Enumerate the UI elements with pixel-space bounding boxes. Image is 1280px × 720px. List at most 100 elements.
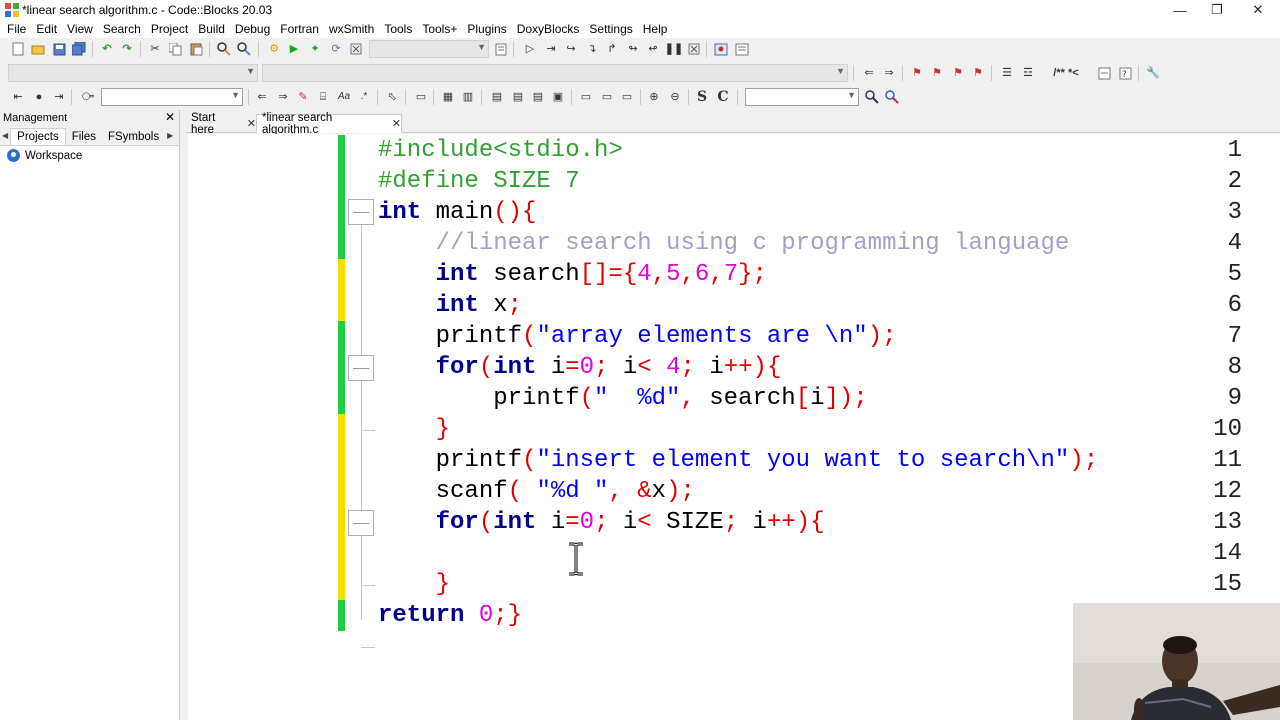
menu-wxsmith[interactable]: wxSmith [324, 22, 379, 36]
various-info-icon[interactable] [734, 41, 750, 57]
clear-bookmarks-icon[interactable]: ⚑ [970, 65, 986, 81]
undo-icon[interactable]: ↶ [99, 41, 115, 57]
tab-projects[interactable]: Projects [10, 128, 66, 145]
doxy-wizard-icon[interactable] [1096, 65, 1112, 81]
menu-help[interactable]: Help [638, 22, 673, 36]
search-previous-icon[interactable]: ⇐ [254, 89, 270, 105]
pause-icon[interactable]: ❚❚ [665, 41, 683, 57]
next-line-icon[interactable]: ↪ [563, 41, 579, 57]
fold-for-loop-icon[interactable] [348, 510, 374, 536]
symbol-find-icon[interactable] [864, 89, 880, 105]
show-select-target-icon[interactable] [493, 41, 509, 57]
doxy-extract-icon[interactable]: ? [1117, 65, 1133, 81]
jump-forward-icon[interactable]: ⇒ [881, 65, 897, 81]
close-management-icon[interactable]: ✕ [165, 110, 175, 124]
tab-scroll-right-icon[interactable]: ▶ [165, 131, 175, 145]
copy-icon[interactable] [167, 41, 183, 57]
function-select[interactable]: ▼ [262, 64, 848, 82]
step-into-instruction-icon[interactable]: ↫ [645, 41, 661, 57]
doxy-preferences-icon[interactable]: 🔧 [1145, 65, 1161, 81]
symbol-search-input[interactable]: ▼ [745, 88, 859, 106]
minimize-button[interactable]: — [1160, 0, 1200, 20]
menu-view[interactable]: View [62, 22, 98, 36]
diagram-icon-2[interactable]: ▥ [460, 89, 476, 105]
incremental-search-input[interactable]: ▼ [101, 88, 243, 106]
fold-main-icon[interactable] [348, 199, 374, 225]
close-tab-icon[interactable]: ✕ [392, 117, 401, 130]
previous-bookmark-icon[interactable]: ⚑ [929, 65, 945, 81]
menu-file[interactable]: File [2, 22, 31, 36]
paste-icon[interactable] [188, 41, 204, 57]
menu-settings[interactable]: Settings [584, 22, 637, 36]
previous-change-icon[interactable]: ⇤ [10, 89, 26, 105]
diagram-icon-8[interactable]: ▭ [599, 89, 615, 105]
step-out-icon[interactable]: ↱ [604, 41, 620, 57]
run-icon[interactable]: ▶ [286, 41, 302, 57]
restore-button[interactable]: ❐ [1197, 0, 1237, 20]
menu-tools-plus[interactable]: Tools+ [417, 22, 462, 36]
run-to-cursor-icon[interactable]: ⇥ [543, 41, 559, 57]
tab-files[interactable]: Files [66, 129, 102, 145]
menu-project[interactable]: Project [146, 22, 193, 36]
build-gear-icon[interactable]: ⚙ [266, 41, 282, 57]
scope-select[interactable]: ▼ [8, 64, 258, 82]
toggle-bookmark-icon[interactable]: ⚑ [909, 65, 925, 81]
save-all-icon[interactable] [71, 41, 87, 57]
doxy-comment-tools[interactable]: /** *< [1044, 65, 1088, 81]
menu-debug[interactable]: Debug [230, 22, 275, 36]
jump-back-icon[interactable]: ⇐ [861, 65, 877, 81]
symbol-s-button[interactable]: S [694, 89, 710, 105]
menu-fortran[interactable]: Fortran [275, 22, 324, 36]
diagram-icon-1[interactable]: ▦ [440, 89, 456, 105]
find-icon[interactable] [216, 41, 232, 57]
menu-tools[interactable]: Tools [379, 22, 417, 36]
next-instruction-icon[interactable]: ↬ [625, 41, 641, 57]
symbol-find-next-icon[interactable] [884, 89, 900, 105]
zoom-out-icon[interactable]: ⊖ [667, 89, 683, 105]
next-change-icon[interactable]: ⇥ [51, 89, 67, 105]
diagram-icon-4[interactable]: ▤ [510, 89, 526, 105]
step-into-icon[interactable]: ↴ [584, 41, 600, 57]
workspace-tree-item[interactable]: Workspace [0, 146, 179, 162]
rebuild-icon[interactable]: ⟳ [328, 41, 344, 57]
debugging-windows-icon[interactable] [713, 41, 729, 57]
debug-continue-icon[interactable]: ▷ [522, 41, 538, 57]
search-mode-icon[interactable]: ⧃ [80, 89, 96, 105]
bookmark-dot-icon[interactable]: ● [31, 89, 47, 105]
open-folder-icon[interactable] [30, 41, 46, 57]
panel-splitter[interactable] [181, 110, 187, 720]
menu-build[interactable]: Build [193, 22, 230, 36]
tab-start-here[interactable]: Start here ✕ [186, 112, 256, 136]
redo-icon[interactable]: ↷ [119, 41, 135, 57]
regex-icon[interactable]: .* [356, 89, 372, 105]
comment-icon[interactable]: ☰ [999, 65, 1015, 81]
select-pointer-icon[interactable]: ⬁ [384, 89, 400, 105]
symbol-c-button[interactable]: C [715, 89, 731, 105]
menu-edit[interactable]: Edit [31, 22, 62, 36]
tab-fsymbols[interactable]: FSymbols [102, 129, 165, 145]
abort-icon[interactable] [348, 41, 364, 57]
menu-search[interactable]: Search [98, 22, 146, 36]
diagram-icon-5[interactable]: ▤ [530, 89, 546, 105]
stop-debugger-icon[interactable] [686, 41, 702, 57]
build-and-run-icon[interactable]: ✦ [307, 41, 323, 57]
fold-for-loop-icon[interactable] [348, 355, 374, 381]
new-file-icon[interactable] [10, 41, 26, 57]
close-tab-icon[interactable]: ✕ [247, 117, 256, 130]
match-case-icon[interactable]: Aa [336, 89, 352, 105]
tab-scroll-left-icon[interactable]: ◀ [0, 131, 10, 145]
highlight-icon[interactable]: ✎ [295, 89, 311, 105]
cut-icon[interactable]: ✂ [147, 41, 163, 57]
diagram-icon-6[interactable]: ▣ [550, 89, 566, 105]
diagram-icon-3[interactable]: ▤ [489, 89, 505, 105]
block-shape-icon[interactable]: ▭ [413, 89, 429, 105]
diagram-icon-9[interactable]: ▭ [619, 89, 635, 105]
uncomment-icon[interactable]: ☲ [1020, 65, 1036, 81]
menu-plugins[interactable]: Plugins [462, 22, 511, 36]
diagram-icon-7[interactable]: ▭ [578, 89, 594, 105]
close-button[interactable]: ✕ [1238, 0, 1278, 20]
menu-doxyblocks[interactable]: DoxyBlocks [512, 22, 585, 36]
tab-linear-search[interactable]: *linear search algorithm.c ✕ [256, 112, 402, 136]
selected-text-only-icon[interactable]: ⌸ [315, 89, 331, 105]
zoom-in-icon[interactable]: ⊕ [646, 89, 662, 105]
